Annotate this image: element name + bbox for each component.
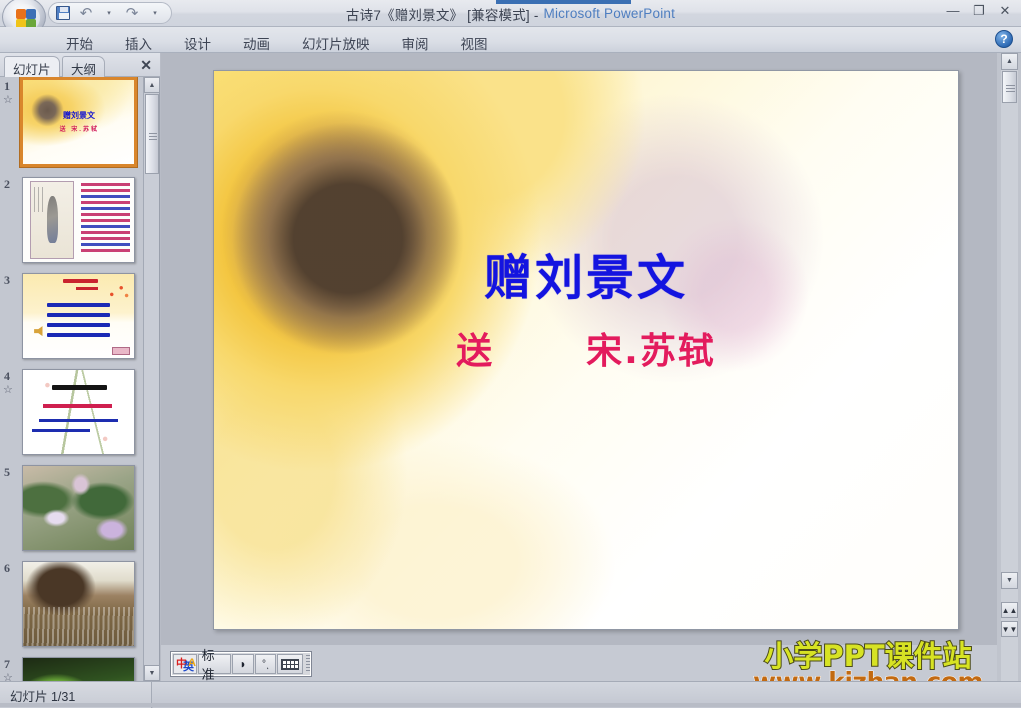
slides-panel: 幻灯片 大纲 ✕ 1 ☆ 赠刘景文 送 宋.苏轼 2 3 4 ☆ 5 6 7 ☆…: [0, 53, 160, 681]
thumbnail-preview: [23, 370, 134, 454]
thumbnail-preview: [23, 178, 134, 262]
speaker-icon: [34, 326, 43, 337]
scrollbar-thumb[interactable]: [145, 94, 159, 174]
window-title-app: Microsoft PowerPoint: [543, 6, 676, 21]
thumbnail-number: 7: [4, 657, 10, 671]
slide-title-textbox[interactable]: 赠刘景文: [214, 238, 958, 308]
thumbnail-frame[interactable]: [22, 369, 135, 455]
animation-star-icon: ☆: [3, 94, 13, 106]
thumbnail-frame[interactable]: [22, 465, 135, 551]
slide-subtitle-right: 宋.苏轼: [586, 331, 716, 373]
window-controls: — ❐ ✕: [941, 2, 1017, 19]
thumbnail-preview: [23, 562, 134, 646]
close-panel-icon[interactable]: ✕: [140, 57, 152, 74]
thumbnail-frame[interactable]: [22, 177, 135, 263]
thumbnail-number: 5: [4, 465, 10, 479]
animation-star-icon: ☆: [3, 672, 13, 681]
list-item[interactable]: 6: [0, 559, 144, 655]
slide-area-scrollbar[interactable]: ▲ ▼ ▲▲ ▼▼: [997, 53, 1021, 681]
thumbnail-number: 3: [4, 273, 10, 287]
list-item[interactable]: 5: [0, 463, 144, 559]
thumbnail-preview: [23, 274, 134, 358]
thumbnail-subtitle: 送 宋.苏轼: [59, 126, 99, 133]
ime-mode-toggle-icon[interactable]: 中 英 A: [173, 654, 197, 674]
title-bar: ↶ ▾ ↷ ▾ 古诗7《赠刘景文》 [兼容模式] - Microsoft Pow…: [0, 0, 1021, 37]
ime-drag-handle[interactable]: [306, 655, 310, 673]
ime-width-toggle-icon[interactable]: ◗: [232, 654, 254, 674]
thumbnail-title: 赠刘景文: [62, 111, 95, 121]
ime-keyboard-icon[interactable]: [277, 654, 304, 674]
thumbnail-frame-selected[interactable]: 赠刘景文 送 宋.苏轼: [20, 77, 137, 167]
next-slide-button[interactable]: ▼▼: [1001, 621, 1018, 637]
ime-punctuation-toggle-icon[interactable]: °ͺ: [254, 654, 277, 674]
tab-slides[interactable]: 幻灯片: [4, 56, 60, 77]
window-title: 古诗7《赠刘景文》 [兼容模式] - Microsoft PowerPoint: [0, 0, 1021, 27]
scroll-down-button[interactable]: ▼: [144, 665, 160, 681]
window-bottom-edge: [0, 703, 1021, 707]
thumbnail-list[interactable]: 1 ☆ 赠刘景文 送 宋.苏轼 2 3 4 ☆ 5 6 7 ☆: [0, 77, 144, 681]
scroll-up-button[interactable]: ▲: [144, 77, 160, 93]
slide-subtitle-textbox[interactable]: 送 宋.苏轼: [214, 322, 958, 374]
list-item[interactable]: 4 ☆: [0, 367, 144, 463]
thumbnail-number: 2: [4, 177, 10, 191]
thumbnail-frame[interactable]: [22, 561, 135, 647]
thumbnail-preview: [23, 658, 134, 681]
current-slide[interactable]: 赠刘景文 送 宋.苏轼: [213, 70, 959, 630]
slide-subtitle-left: 送: [456, 331, 495, 373]
thumbnail-number: 6: [4, 561, 10, 575]
scroll-down-button[interactable]: ▼: [1001, 572, 1018, 589]
list-item[interactable]: 1 ☆ 赠刘景文 送 宋.苏轼: [0, 77, 144, 175]
animation-star-icon: ☆: [3, 384, 13, 396]
help-icon[interactable]: ?: [995, 30, 1013, 48]
close-button[interactable]: ✕: [993, 2, 1017, 19]
scroll-up-button[interactable]: ▲: [1001, 53, 1018, 70]
slide-editing-area: 赠刘景文 送 宋.苏轼: [161, 53, 997, 681]
tab-outline[interactable]: 大纲: [62, 56, 106, 77]
list-item[interactable]: 2: [0, 175, 144, 271]
thumbnail-number: 1: [4, 79, 10, 93]
ime-language-bar[interactable]: 中 英 A 标准 ◗ °ͺ: [171, 648, 311, 682]
restore-button[interactable]: ❐: [967, 2, 991, 19]
list-item[interactable]: 7 ☆: [0, 655, 144, 681]
slides-panel-scrollbar[interactable]: ▲ ▼: [143, 77, 160, 681]
previous-slide-button[interactable]: ▲▲: [1001, 602, 1018, 618]
bottom-area: 中 英 A 标准 ◗ °ͺ 小学PPT课件站 www.kjzhan.com: [161, 641, 997, 695]
thumbnail-frame[interactable]: [22, 657, 135, 681]
thumbnail-preview: [23, 466, 134, 550]
ribbon-tab-bar: 开始 插入 设计 动画 幻灯片放映 审阅 视图 ?: [0, 27, 1021, 53]
slide-title-text: 赠刘景文: [483, 250, 688, 307]
thumbnail-number: 4: [4, 369, 10, 383]
ime-mode-label[interactable]: 标准: [197, 648, 232, 682]
list-item[interactable]: 3: [0, 271, 144, 367]
thumbnail-frame[interactable]: [22, 273, 135, 359]
window-title-doc: 古诗7《赠刘景文》 [兼容模式] -: [345, 7, 539, 23]
slides-outline-tabs: 幻灯片 大纲 ✕: [0, 53, 160, 77]
minimize-button[interactable]: —: [941, 2, 965, 19]
scrollbar-thumb[interactable]: [1002, 71, 1017, 103]
thumbnail-preview: 赠刘景文 送 宋.苏轼: [23, 80, 134, 164]
